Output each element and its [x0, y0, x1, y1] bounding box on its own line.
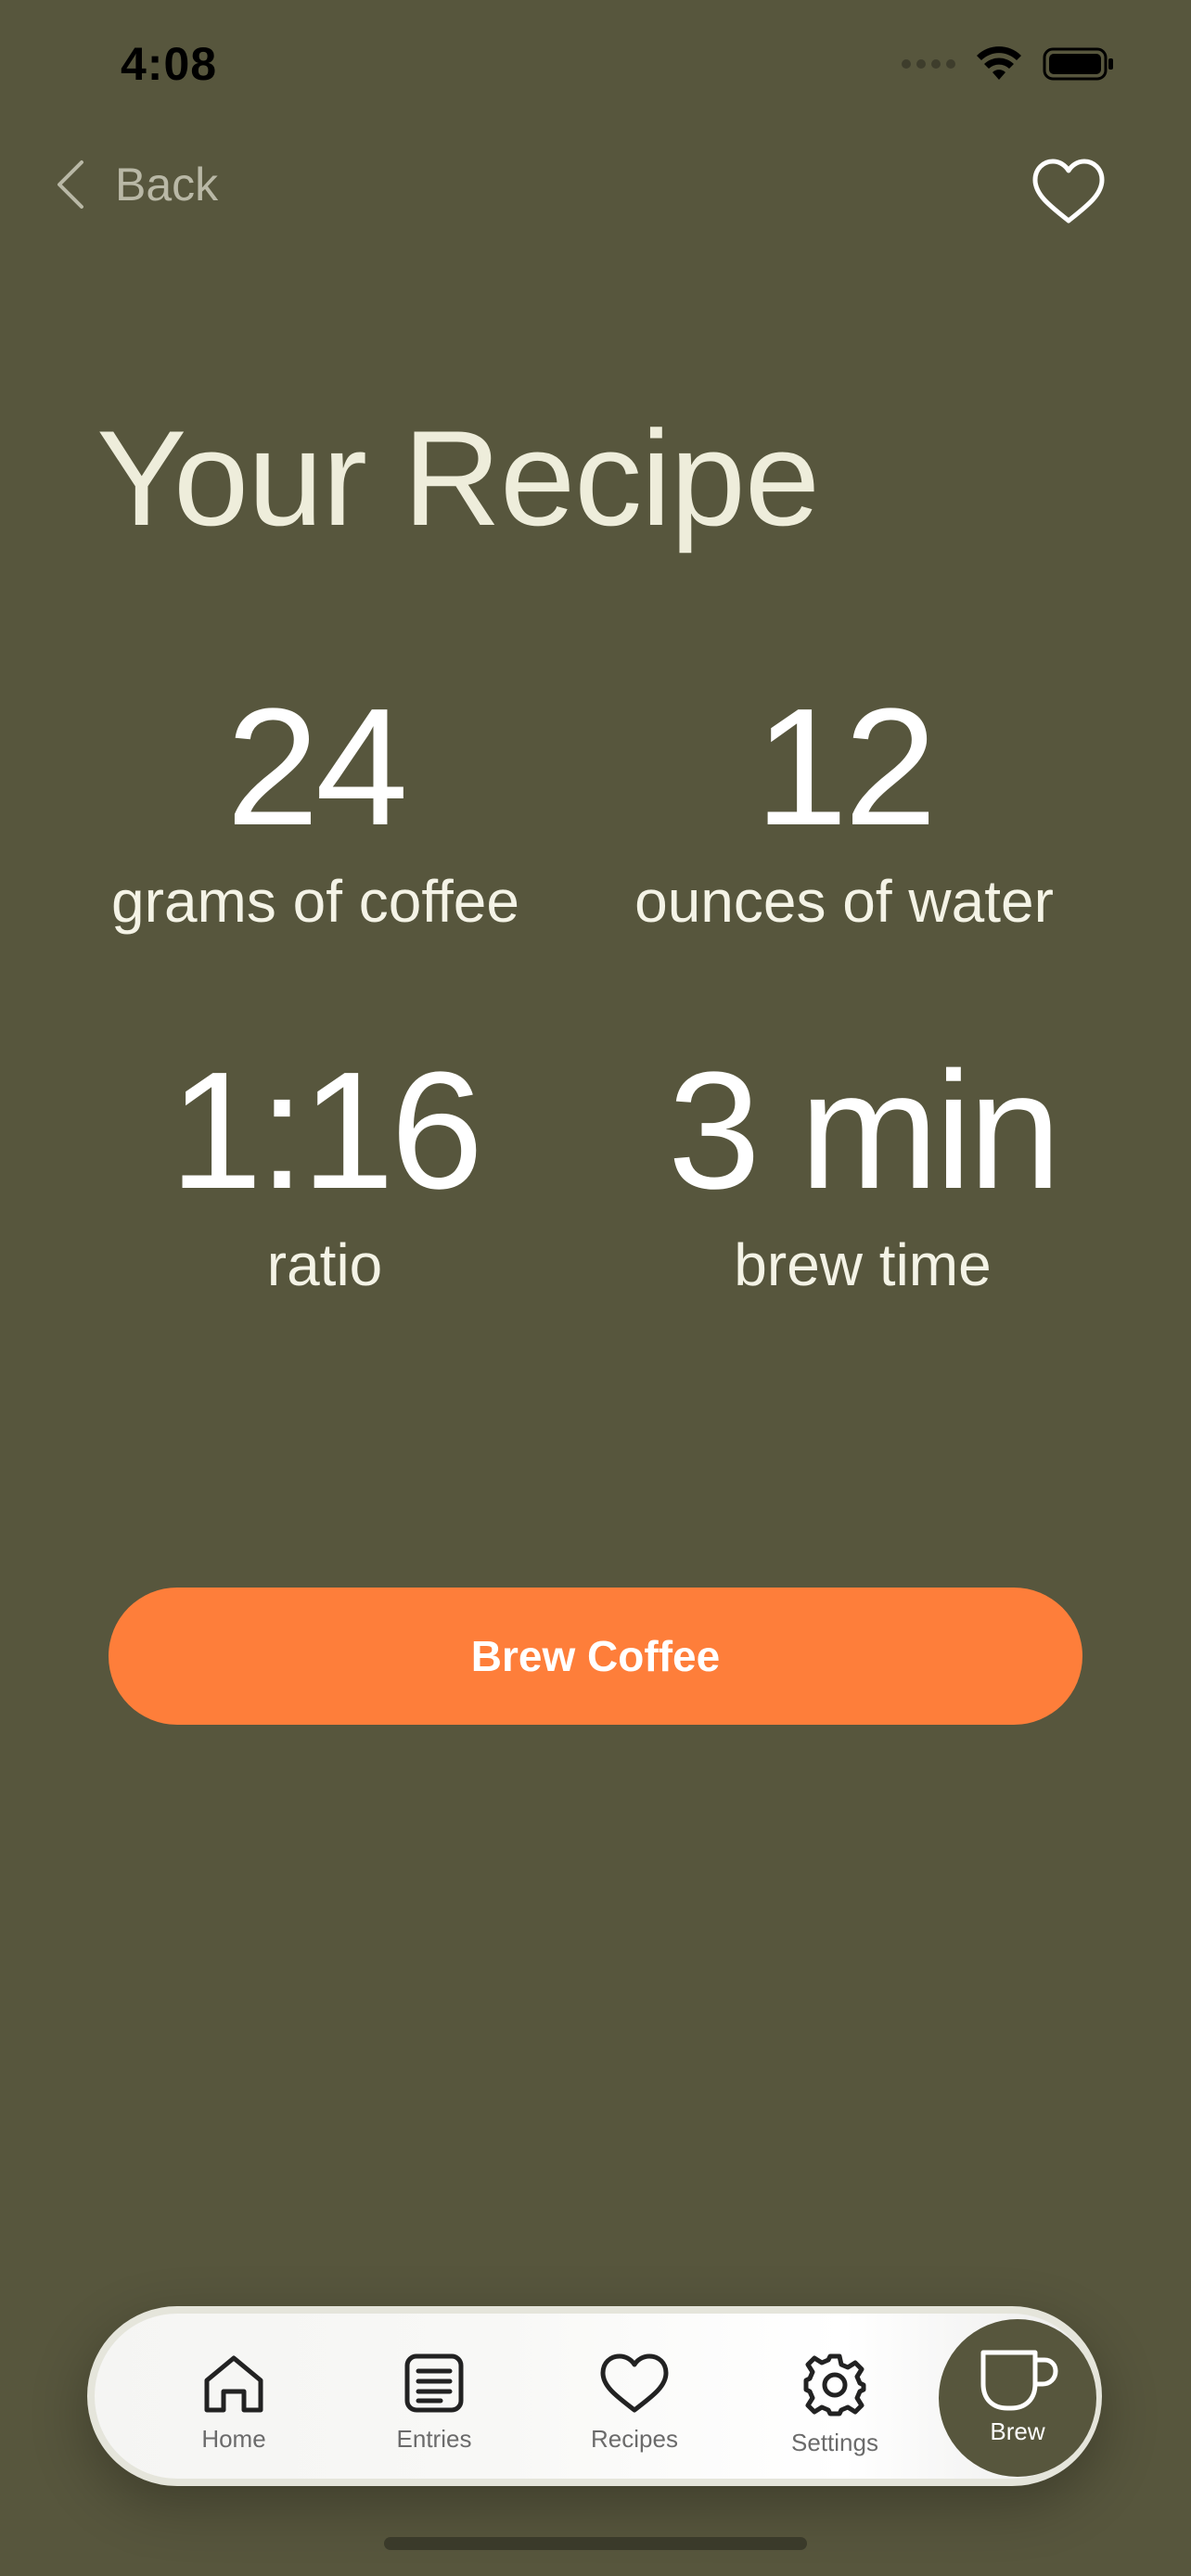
coffee-stat: 24 grams of coffee — [83, 674, 547, 935]
brew-coffee-button[interactable]: Brew Coffee — [109, 1588, 1082, 1725]
ratio-value: 1:16 — [169, 1038, 483, 1224]
water-label: ounces of water — [634, 868, 1054, 935]
back-label: Back — [115, 159, 219, 210]
chevron-left-icon — [58, 160, 83, 209]
signal-icon — [902, 59, 955, 69]
status-icons — [902, 46, 1115, 82]
gear-icon — [803, 2353, 866, 2417]
back-button[interactable]: Back — [54, 158, 218, 211]
wifi-icon — [977, 46, 1021, 80]
coffee-label: grams of coffee — [111, 868, 519, 935]
brew-time-stat: 3 min brew time — [631, 1038, 1095, 1298]
tab-entries-label: Entries — [396, 2425, 472, 2453]
home-indicator — [384, 2537, 807, 2550]
tab-settings[interactable]: Settings — [761, 2353, 909, 2457]
status-time: 4:08 — [121, 38, 218, 90]
battery-icon — [1043, 47, 1113, 81]
recipe-screen: 4:08 Back Your Recipe 24 grams of coffee… — [0, 0, 1191, 2576]
tab-bar: Home Entries Recipes Settings Brew — [87, 2306, 1102, 2486]
favorite-heart-icon[interactable] — [1031, 158, 1106, 226]
heart-icon — [600, 2353, 669, 2413]
tab-home-label: Home — [201, 2425, 266, 2453]
tab-recipes-label: Recipes — [591, 2425, 678, 2453]
tab-entries[interactable]: Entries — [360, 2353, 508, 2454]
ratio-stat: 1:16 ratio — [93, 1038, 557, 1298]
cup-icon — [980, 2350, 1058, 2411]
water-stat: 12 ounces of water — [603, 674, 1085, 935]
tab-recipes[interactable]: Recipes — [560, 2353, 709, 2454]
tab-brew[interactable]: Brew — [939, 2319, 1096, 2477]
tab-home[interactable]: Home — [160, 2353, 308, 2454]
water-value: 12 — [754, 674, 937, 861]
entries-icon — [404, 2353, 464, 2413]
coffee-value: 24 — [225, 674, 408, 861]
brew-time-label: brew time — [734, 1231, 992, 1298]
tab-brew-label: Brew — [990, 2417, 1045, 2445]
tab-settings-label: Settings — [791, 2429, 878, 2456]
brew-time-value: 3 min — [667, 1038, 1061, 1224]
home-icon — [204, 2355, 263, 2413]
page-title: Your Recipe — [96, 402, 820, 554]
ratio-label: ratio — [266, 1231, 383, 1298]
